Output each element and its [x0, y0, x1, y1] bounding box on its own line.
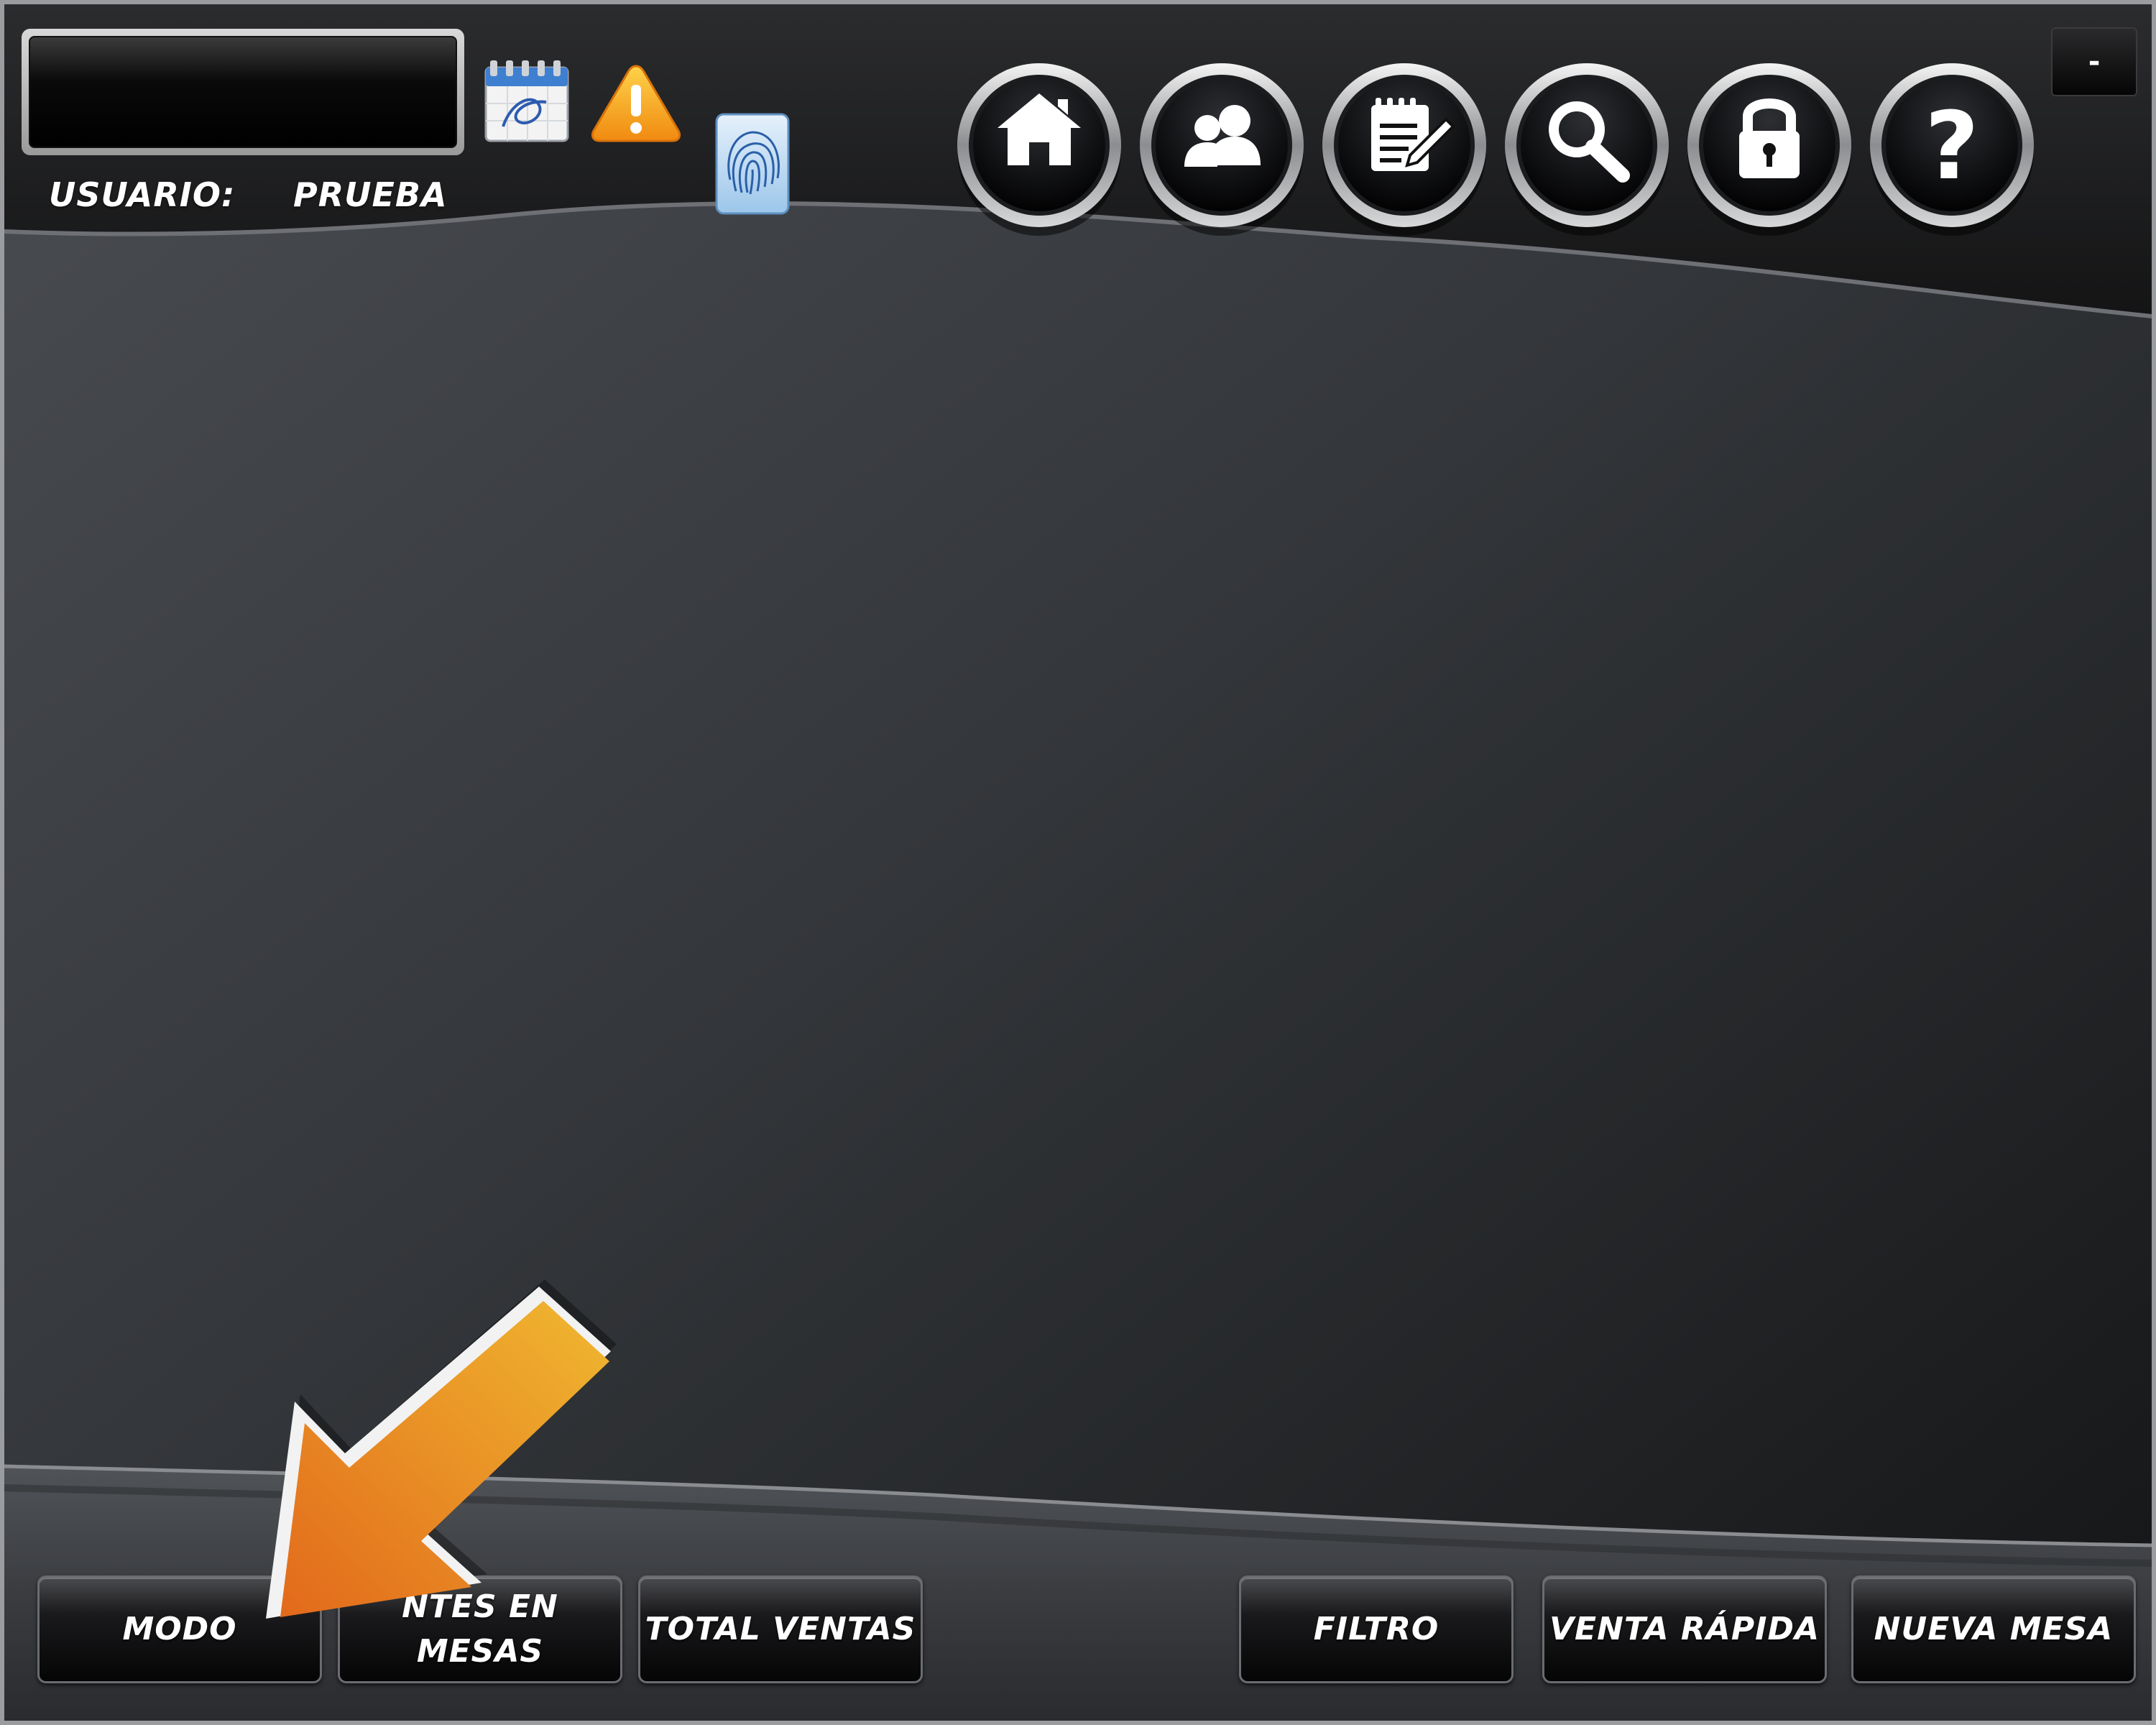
modo-button-label: MODO [122, 1611, 237, 1647]
user-display-screen [29, 36, 457, 148]
home-icon [957, 63, 1121, 236]
lock-nav-button[interactable] [1685, 58, 1854, 237]
users-nav-button[interactable] [1137, 58, 1307, 237]
filtro-button[interactable]: FILTRO [1239, 1576, 1514, 1683]
total-ventas-button[interactable]: TOTAL VENTAS [638, 1576, 923, 1683]
notes-edit-nav-button[interactable] [1319, 58, 1489, 237]
app-window: USUARIO: PRUEBA ? - MODO NTES EN MESAS T… [0, 0, 2156, 1725]
user-label: USUARIO: [49, 175, 236, 214]
nueva-mesa-label: NUEVA MESA [1874, 1611, 2114, 1647]
callout-arrow-icon [266, 1279, 617, 1619]
user-display-box [22, 29, 464, 155]
fingerprint-icon[interactable] [714, 112, 791, 216]
lock-icon [1687, 63, 1851, 236]
users-icon [1140, 63, 1304, 236]
minimize-button[interactable]: - [2051, 27, 2137, 96]
calendar-icon[interactable] [483, 58, 571, 144]
help-icon: ? [1870, 63, 2034, 236]
venta-rapida-button[interactable]: VENTA RÁPIDA [1542, 1576, 1827, 1683]
nueva-mesa-button[interactable]: NUEVA MESA [1851, 1576, 2136, 1683]
home-nav-button[interactable] [954, 58, 1124, 237]
user-name: PRUEBA [293, 175, 448, 214]
svg-text:?: ? [1925, 91, 1978, 201]
venta-rapida-label: VENTA RÁPIDA [1549, 1611, 1820, 1647]
notes-edit-icon [1322, 63, 1486, 236]
search-icon [1505, 63, 1669, 236]
filtro-label: FILTRO [1313, 1611, 1439, 1647]
total-ventas-label: TOTAL VENTAS [645, 1611, 916, 1647]
search-nav-button[interactable] [1502, 58, 1672, 237]
warning-icon[interactable] [589, 62, 683, 144]
help-nav-button[interactable]: ? [1867, 58, 2037, 237]
